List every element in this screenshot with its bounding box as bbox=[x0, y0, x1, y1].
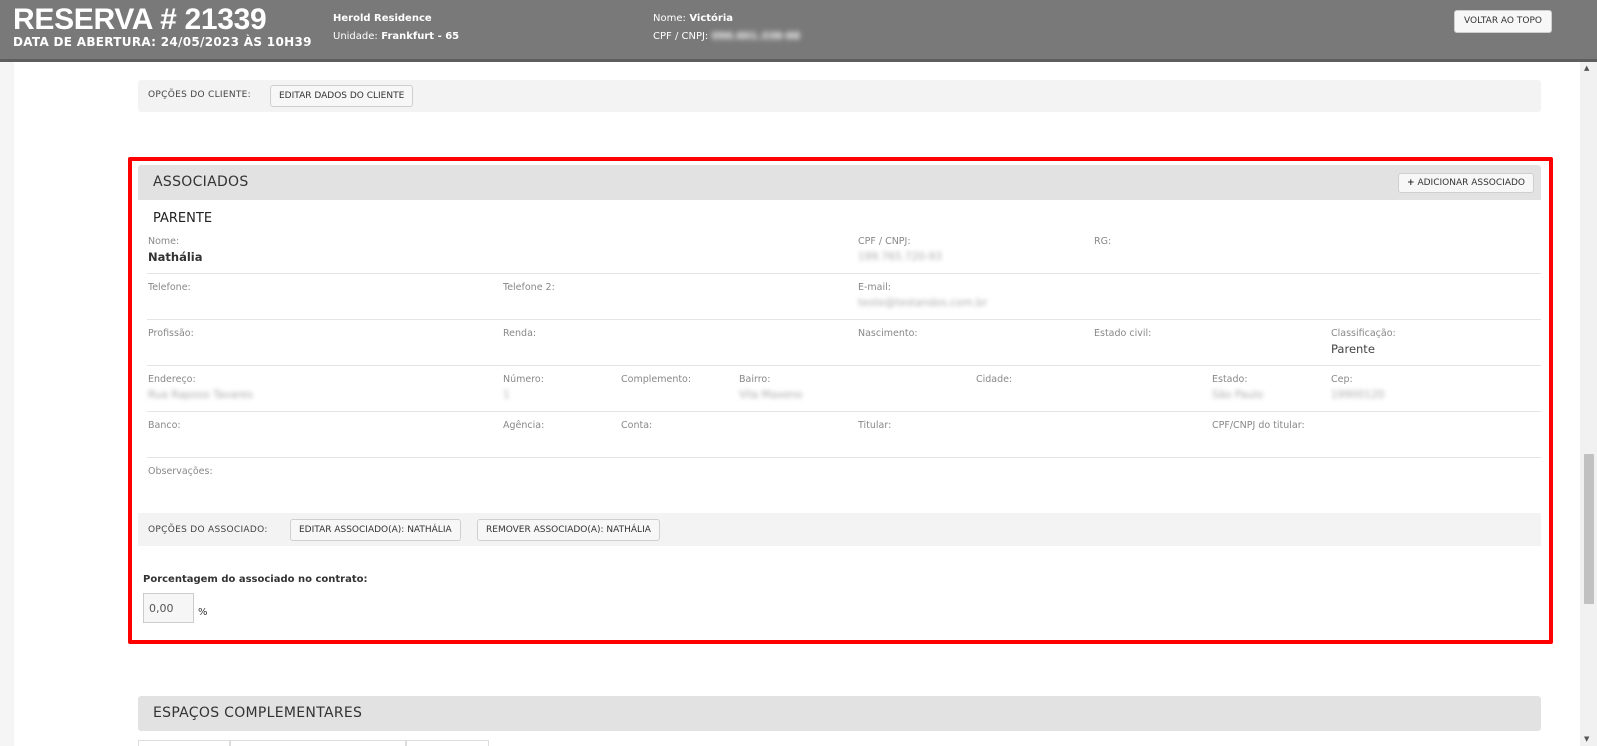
arrow-up-icon[interactable]: ▲ bbox=[1584, 64, 1589, 72]
tab-header-cell bbox=[406, 740, 489, 746]
complementary-title: ESPAÇOS COMPLEMENTARES bbox=[153, 705, 363, 721]
client-options-label: OPÇÕES DO CLIENTE: bbox=[148, 90, 252, 100]
client-doc: CPF / CNPJ: 096.601.338-88 bbox=[653, 31, 800, 42]
tab-header-cell bbox=[230, 740, 406, 746]
reservation-header: RESERVA # 21339 DATA DE ABERTURA: 24/05/… bbox=[0, 0, 1597, 62]
client-doc-value: 096.601.338-88 bbox=[711, 31, 801, 42]
complementary-header: ESPAÇOS COMPLEMENTARES bbox=[138, 696, 1541, 731]
tab-header-cell bbox=[138, 740, 230, 746]
client-doc-label: CPF / CNPJ: bbox=[653, 31, 709, 42]
edit-client-button[interactable]: EDITAR DADOS DO CLIENTE bbox=[270, 85, 414, 107]
highlight-frame bbox=[128, 157, 1553, 644]
page-scrollbar[interactable] bbox=[1580, 62, 1597, 746]
scrollbar-thumb[interactable] bbox=[1584, 454, 1594, 604]
unit-info: Unidade: Frankfurt - 65 bbox=[333, 31, 459, 42]
client-name-value: Victória bbox=[689, 13, 734, 24]
arrow-down-icon[interactable]: ▼ bbox=[1584, 735, 1589, 743]
client-name-label: Nome: bbox=[653, 13, 686, 24]
unit-label: Unidade: bbox=[333, 31, 378, 42]
back-to-top-button[interactable]: VOLTAR AO TOPO bbox=[1454, 10, 1552, 33]
opening-date: DATA DE ABERTURA: 24/05/2023 ÀS 10H39 bbox=[13, 35, 312, 49]
client-name: Nome: Victória bbox=[653, 13, 733, 24]
client-options-bar: OPÇÕES DO CLIENTE: EDITAR DADOS DO CLIEN… bbox=[138, 80, 1541, 112]
unit-value: Frankfurt - 65 bbox=[381, 31, 460, 42]
property-name: Herold Residence bbox=[333, 13, 432, 24]
reservation-title: RESERVA # 21339 bbox=[13, 3, 267, 36]
